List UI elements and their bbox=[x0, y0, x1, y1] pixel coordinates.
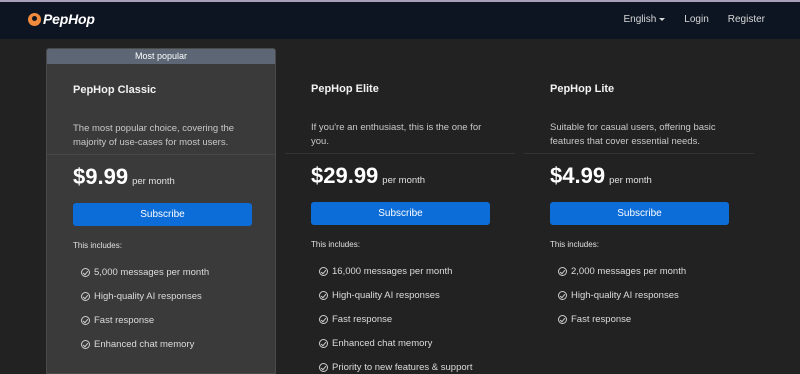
feature-text: High-quality AI responses bbox=[94, 290, 202, 302]
plan-title: PepHop Lite bbox=[550, 83, 615, 95]
plan-description: The most popular choice, covering the ma… bbox=[73, 123, 235, 148]
check-circle-icon bbox=[319, 266, 328, 276]
most-popular-badge: Most popular bbox=[47, 49, 275, 64]
includes-label: This includes: bbox=[73, 241, 122, 250]
plan-card-elite: PepHop Elite If you're an enthusiast, th… bbox=[285, 48, 515, 374]
plan-title: PepHop Classic bbox=[73, 84, 157, 96]
brand-name: PepHop bbox=[43, 11, 95, 27]
plan-card-classic: Most popular PepHop Classic The most pop… bbox=[46, 48, 276, 374]
nav-links: English Login Register bbox=[623, 14, 765, 25]
feature-list: 5,000 messages per month High-quality AI… bbox=[81, 260, 209, 356]
navbar: PepHop English Login Register bbox=[0, 2, 800, 39]
brand-logo[interactable]: PepHop bbox=[28, 11, 95, 27]
feature-item: High-quality AI responses bbox=[558, 283, 686, 307]
check-circle-icon bbox=[558, 314, 567, 324]
feature-text: 5,000 messages per month bbox=[94, 266, 210, 278]
language-label: English bbox=[623, 14, 657, 25]
feature-item: Fast response bbox=[81, 308, 209, 332]
check-circle-icon bbox=[319, 290, 328, 300]
check-circle-icon bbox=[319, 362, 328, 372]
includes-label: This includes: bbox=[311, 240, 360, 249]
check-circle-icon bbox=[558, 290, 567, 300]
feature-item: 5,000 messages per month bbox=[81, 260, 209, 284]
feature-item: Priority to new features & support bbox=[319, 355, 472, 374]
feature-item: Enhanced chat memory bbox=[81, 332, 209, 356]
feature-text: Enhanced chat memory bbox=[94, 338, 195, 350]
feature-text: High-quality AI responses bbox=[571, 289, 679, 301]
feature-item: Fast response bbox=[558, 307, 686, 331]
check-circle-icon bbox=[81, 339, 90, 349]
plan-description: If you're an enthusiast, this is the one… bbox=[311, 122, 482, 147]
feature-item: 2,000 messages per month bbox=[558, 259, 686, 283]
pephop-logo-icon bbox=[28, 12, 41, 26]
price-row: $29.99 per month bbox=[311, 163, 425, 189]
register-link[interactable]: Register bbox=[728, 14, 765, 25]
feature-item: High-quality AI responses bbox=[319, 283, 472, 307]
subscribe-button[interactable]: Subscribe bbox=[73, 203, 252, 226]
feature-text: 16,000 messages per month bbox=[332, 265, 453, 277]
login-link[interactable]: Login bbox=[684, 14, 708, 25]
subscribe-button[interactable]: Subscribe bbox=[311, 202, 490, 225]
plan-price: $9.99 bbox=[73, 164, 129, 189]
feature-text: Priority to new features & support bbox=[332, 361, 473, 373]
plan-price: $29.99 bbox=[311, 163, 379, 188]
price-period: per month bbox=[382, 175, 426, 186]
feature-item: Enhanced chat memory bbox=[319, 331, 472, 355]
plan-description: Suitable for casual users, offering basi… bbox=[550, 122, 716, 147]
feature-text: Enhanced chat memory bbox=[332, 337, 433, 349]
feature-item: Fast response bbox=[319, 307, 472, 331]
subscribe-button[interactable]: Subscribe bbox=[550, 202, 729, 225]
caret-down-icon bbox=[659, 18, 666, 21]
check-circle-icon bbox=[81, 315, 90, 325]
feature-item: High-quality AI responses bbox=[81, 284, 209, 308]
plan-price: $4.99 bbox=[550, 163, 606, 188]
check-circle-icon bbox=[319, 338, 328, 348]
price-row: $4.99 per month bbox=[550, 163, 652, 189]
plan-card-lite: PepHop Lite Suitable for casual users, o… bbox=[524, 48, 754, 374]
check-circle-icon bbox=[81, 291, 90, 301]
plan-title: PepHop Elite bbox=[311, 83, 379, 95]
price-period: per month bbox=[132, 176, 175, 187]
price-period: per month bbox=[609, 175, 652, 186]
check-circle-icon bbox=[319, 314, 328, 324]
check-circle-icon bbox=[81, 267, 90, 277]
feature-text: 2,000 messages per month bbox=[571, 265, 687, 277]
feature-text: High-quality AI responses bbox=[332, 289, 440, 301]
feature-text: Fast response bbox=[571, 313, 632, 325]
includes-label: This includes: bbox=[550, 240, 599, 249]
feature-list: 2,000 messages per month High-quality AI… bbox=[558, 259, 686, 331]
price-row: $9.99 per month bbox=[73, 164, 175, 190]
language-dropdown[interactable]: English bbox=[623, 14, 666, 25]
feature-item: 16,000 messages per month bbox=[319, 259, 472, 283]
check-circle-icon bbox=[558, 266, 567, 276]
feature-list: 16,000 messages per month High-quality A… bbox=[319, 259, 472, 374]
feature-text: Fast response bbox=[332, 313, 393, 325]
feature-text: Fast response bbox=[94, 314, 155, 326]
